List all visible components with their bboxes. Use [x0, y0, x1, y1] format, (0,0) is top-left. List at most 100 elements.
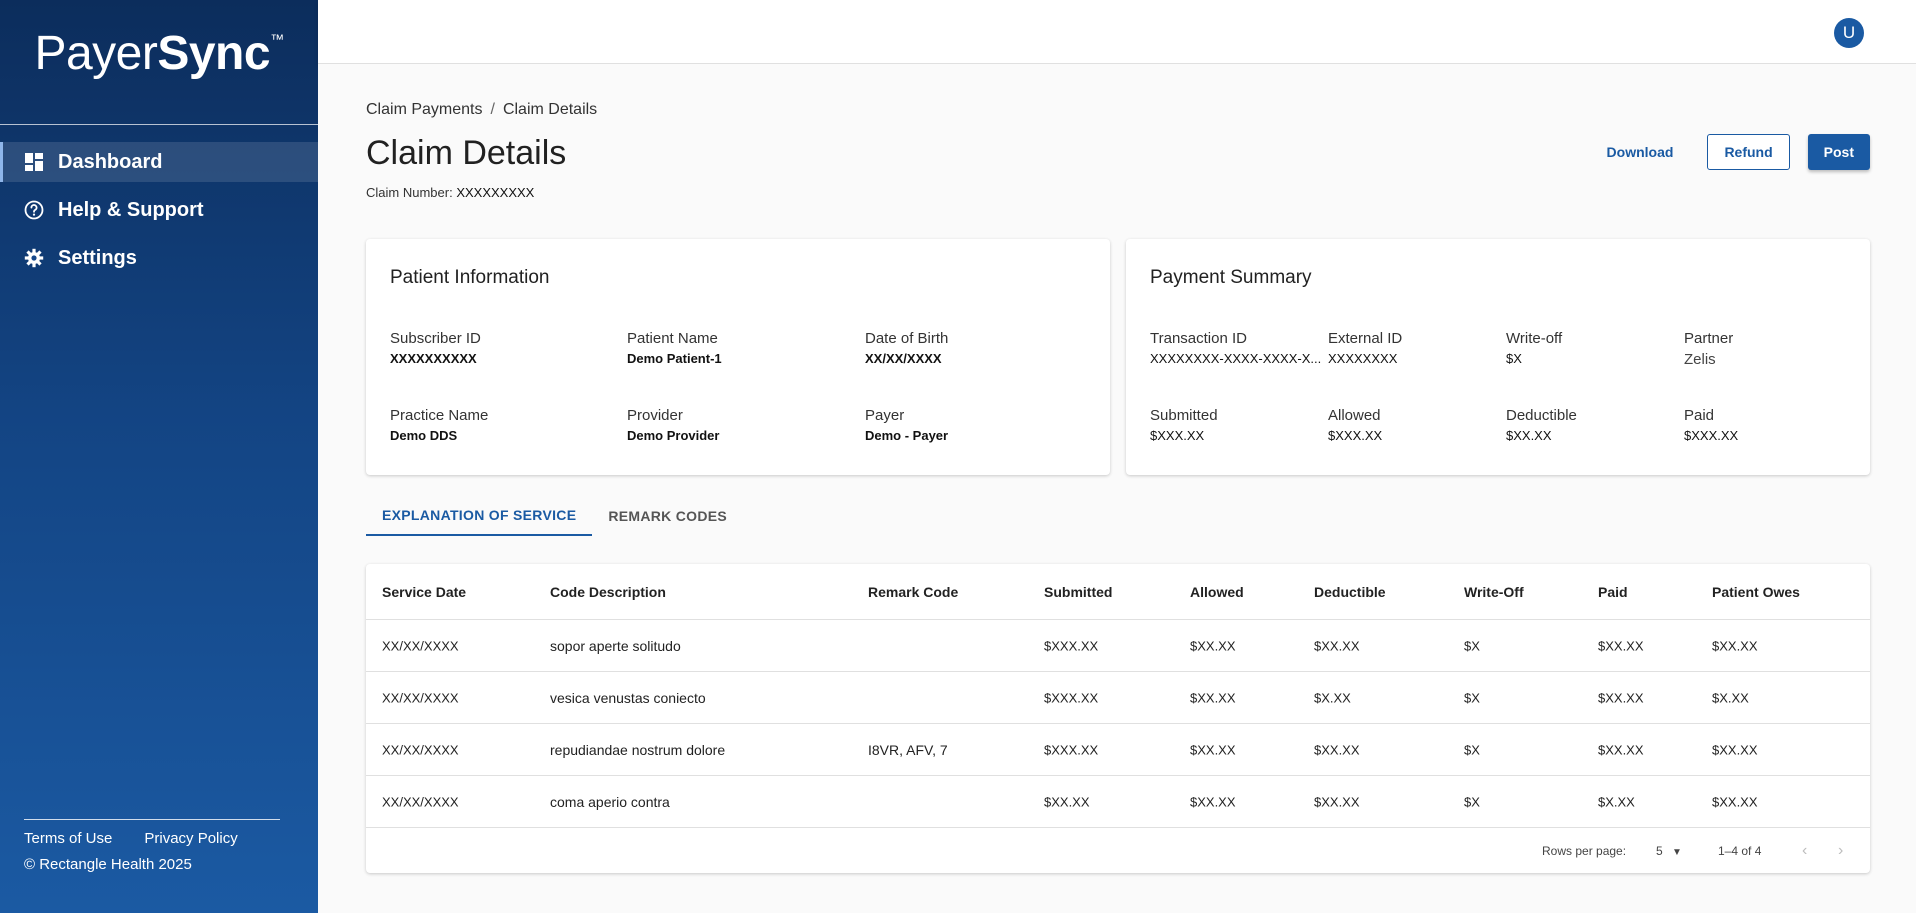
page-actions: Download Refund Post [1591, 134, 1870, 170]
cell-submitted: $XX.XX [1044, 794, 1090, 809]
logo-text-bold: Sync [157, 27, 271, 80]
top-bar: U [318, 0, 1916, 64]
terms-of-use-link[interactable]: Terms of Use [24, 830, 112, 847]
cell-patient-owes: $XX.XX [1712, 794, 1758, 809]
cell-paid: $X.XX [1598, 794, 1635, 809]
field-value: XXXXXXXX-XXXX-XXXX-X... [1150, 351, 1322, 366]
payment-summary-card: Payment Summary Transaction ID XXXXXXXX-… [1126, 239, 1870, 475]
field-value: Demo Provider [627, 428, 720, 443]
payer-field: Payer Demo - Payer [865, 407, 948, 443]
sidebar-item-label: Settings [58, 246, 137, 269]
rows-per-page-value: 5 [1656, 843, 1663, 858]
field-value: XXXXXXXXXX [390, 351, 477, 366]
cell-submitted: $XXX.XX [1044, 638, 1099, 653]
table-row[interactable]: XX/XX/XXXX vesica venustas coniecto $XXX… [366, 672, 1870, 724]
tab-explanation-of-service[interactable]: EXPLANATION OF SERVICE [366, 495, 593, 536]
cell-allowed: $XX.XX [1190, 638, 1236, 653]
gear-icon [24, 248, 44, 268]
field-label: Transaction ID [1150, 330, 1247, 347]
cell-service-date: XX/XX/XXXX [382, 638, 459, 653]
sidebar: PayerSync™ Dashboard Help & Support Sett… [0, 0, 318, 913]
column-header-allowed[interactable]: Allowed [1190, 584, 1244, 600]
patient-information-card: Patient Information Subscriber ID XXXXXX… [366, 239, 1110, 475]
cell-patient-owes: $XX.XX [1712, 742, 1758, 757]
column-header-remark-code[interactable]: Remark Code [868, 584, 958, 600]
detail-tabs: EXPLANATION OF SERVICE REMARK CODES [366, 495, 743, 536]
cell-service-date: XX/XX/XXXX [382, 742, 459, 757]
allowed-field: Allowed $XXX.XX [1328, 407, 1382, 443]
rows-per-page-select[interactable]: 5 ▼ [1656, 844, 1682, 858]
table-pagination: Rows per page: 5 ▼ 1–4 of 4 ‹ › [366, 828, 1870, 873]
field-label: Provider [627, 407, 683, 424]
cell-allowed: $XX.XX [1190, 794, 1236, 809]
cell-deductible: $XX.XX [1314, 742, 1360, 757]
breadcrumb-claim-payments[interactable]: Claim Payments [366, 101, 482, 118]
column-header-patient-owes[interactable]: Patient Owes [1712, 584, 1800, 600]
patient-information-title: Patient Information [390, 267, 550, 288]
payersync-logo[interactable]: PayerSync™ [0, 26, 318, 81]
download-button[interactable]: Download [1591, 134, 1690, 170]
external-id-field: External ID XXXXXXXX [1328, 330, 1402, 366]
tab-remark-codes[interactable]: REMARK CODES [592, 495, 743, 536]
privacy-policy-link[interactable]: Privacy Policy [144, 830, 237, 847]
table-row[interactable]: XX/XX/XXXX sopor aperte solitudo $XXX.XX… [366, 620, 1870, 672]
field-value: Zelis [1684, 351, 1716, 368]
field-value: Demo DDS [390, 428, 458, 443]
field-label: Submitted [1150, 407, 1218, 424]
help-circle-icon [24, 200, 44, 220]
claim-number-value: XXXXXXXXX [456, 185, 535, 200]
cell-submitted: $XXX.XX [1044, 742, 1099, 757]
sidebar-item-label: Help & Support [58, 198, 204, 221]
column-header-deductible[interactable]: Deductible [1314, 584, 1386, 600]
partner-field: Partner Zelis [1684, 330, 1733, 368]
breadcrumb: Claim Payments / Claim Details [366, 101, 597, 119]
field-label: Patient Name [627, 330, 718, 347]
cell-submitted: $XXX.XX [1044, 690, 1099, 705]
cell-allowed: $XX.XX [1190, 742, 1236, 757]
cell-remark-code: I8VR, AFV, 7 [868, 741, 948, 758]
field-value: $XX.XX [1506, 428, 1552, 443]
cell-deductible: $XX.XX [1314, 794, 1360, 809]
post-button[interactable]: Post [1807, 134, 1870, 170]
chevron-left-icon[interactable]: ‹ [1802, 842, 1807, 860]
pagination-range: 1–4 of 4 [1718, 843, 1762, 858]
field-label: External ID [1328, 330, 1403, 347]
cell-deductible: $XX.XX [1314, 638, 1360, 653]
field-value: XXXXXXXX [1328, 351, 1398, 366]
cell-code-description: repudiandae nostrum dolore [550, 741, 726, 758]
chevron-right-icon[interactable]: › [1838, 842, 1843, 860]
sidebar-nav: Dashboard Help & Support Settings [0, 142, 318, 286]
patient-name-field: Patient Name Demo Patient-1 [627, 330, 722, 366]
cell-write-off: $X [1464, 638, 1480, 653]
field-label: Deductible [1506, 407, 1577, 424]
cell-write-off: $X [1464, 690, 1480, 705]
cell-service-date: XX/XX/XXXX [382, 690, 459, 705]
refund-button[interactable]: Refund [1707, 134, 1790, 170]
sidebar-item-settings[interactable]: Settings [0, 238, 318, 278]
field-label: Subscriber ID [390, 330, 481, 347]
sidebar-item-dashboard[interactable]: Dashboard [0, 142, 318, 182]
table-row[interactable]: XX/XX/XXXX coma aperio contra $XX.XX $XX… [366, 776, 1870, 828]
cell-code-description: sopor aperte solitudo [550, 637, 681, 654]
logo-trademark: ™ [270, 31, 284, 47]
column-header-write-off[interactable]: Write-Off [1464, 584, 1524, 600]
column-header-paid[interactable]: Paid [1598, 584, 1628, 600]
field-label: Date of Birth [865, 330, 949, 347]
sidebar-item-help-support[interactable]: Help & Support [0, 190, 318, 230]
column-header-service-date[interactable]: Service Date [382, 584, 466, 600]
field-label: Paid [1684, 407, 1715, 424]
submitted-field: Submitted $XXX.XX [1150, 407, 1218, 443]
cell-paid: $XX.XX [1598, 638, 1644, 653]
logo-text-light: Payer [34, 27, 158, 80]
rows-per-page-label: Rows per page: [1542, 843, 1627, 858]
cell-write-off: $X [1464, 742, 1480, 757]
user-avatar[interactable]: U [1834, 18, 1864, 48]
sidebar-item-label: Dashboard [58, 150, 163, 173]
column-header-code-description[interactable]: Code Description [550, 584, 666, 600]
table-row[interactable]: XX/XX/XXXX repudiandae nostrum dolore I8… [366, 724, 1870, 776]
subscriber-id-field: Subscriber ID XXXXXXXXXX [390, 330, 481, 366]
payment-summary-title: Payment Summary [1150, 267, 1312, 288]
column-header-submitted[interactable]: Submitted [1044, 584, 1112, 600]
field-label: Write-off [1506, 330, 1563, 347]
provider-field: Provider Demo Provider [627, 407, 719, 443]
